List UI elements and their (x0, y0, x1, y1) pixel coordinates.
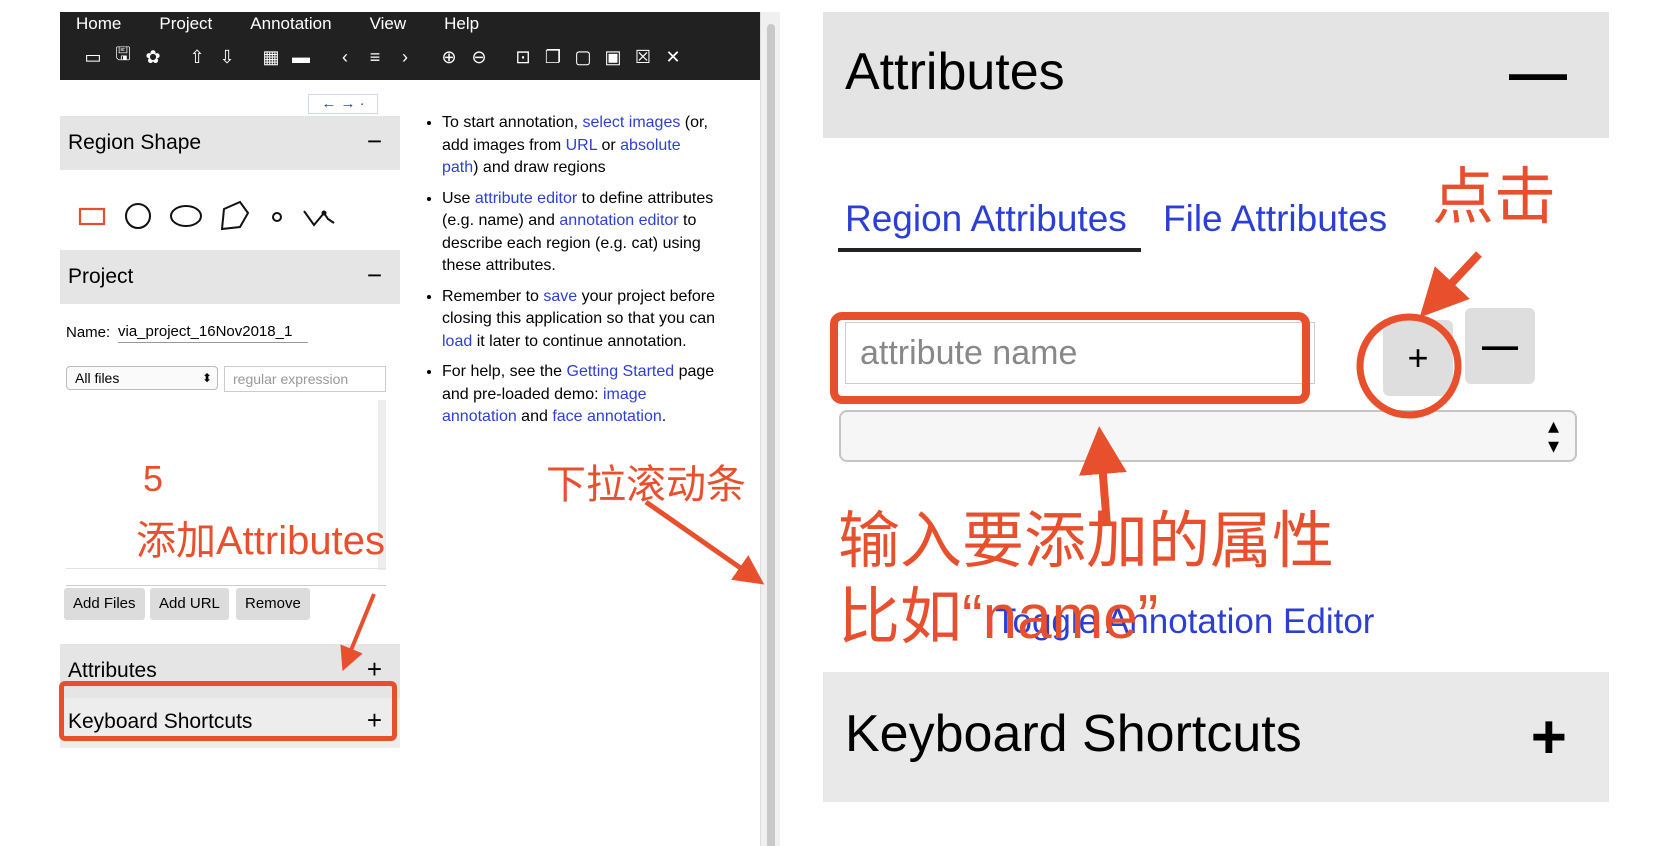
remove-attribute-button[interactable]: — (1465, 308, 1535, 384)
prev-icon[interactable]: ‹ (330, 44, 360, 70)
add-attribute-button[interactable]: + (1383, 320, 1453, 396)
region-shape-list (60, 186, 400, 246)
help-text: To start annotation, select images (or, … (420, 112, 720, 437)
project-header[interactable]: Project − (60, 250, 400, 304)
collapse-icon[interactable]: − (367, 260, 382, 291)
click-annotation: 点击 (1432, 163, 1557, 232)
project-name-input[interactable]: via_project_16Nov2018_1 (118, 321, 308, 343)
point-shape-icon[interactable] (266, 201, 288, 231)
settings-icon[interactable]: ✿ (138, 44, 168, 70)
project-name-label: Name: (66, 324, 111, 341)
face-annotation-link[interactable]: face annotation (552, 408, 661, 425)
attributes-header-zoomed[interactable]: Attributes — (823, 12, 1609, 138)
polygon-shape-icon[interactable] (218, 199, 252, 233)
project-title: Project (68, 265, 134, 288)
annotation-editor-link[interactable]: annotation editor (559, 212, 678, 229)
select-arrows-icon: ▴ ▾ (1547, 413, 1559, 458)
toolbar: ▭ 🖫 ✿ ⇧ ⇩ ▦ ▬ ‹ ≡ › ⊕ ⊖ ⊡ ❐ ▢ ▣ ☒ ✕ (78, 44, 688, 70)
region-shape-title: Region Shape (68, 131, 202, 154)
attributes-title: Attributes (68, 659, 157, 682)
menu-bar: Home Project Annotation View Help (76, 13, 517, 35)
file-filter-value: All files (75, 370, 120, 386)
load-link[interactable]: load (442, 333, 472, 350)
file-filter-select[interactable]: All files ⬍ (66, 366, 218, 390)
sidebar-nav-arrows[interactable]: ← → · (308, 94, 378, 114)
menu-home[interactable]: Home (76, 13, 121, 35)
input-highlight-box (830, 312, 1310, 404)
scrollbar-hint-annotation: 下拉滚动条 (546, 463, 746, 507)
save-icon[interactable]: 🖫 (108, 44, 138, 70)
attribute-editor-link[interactable]: attribute editor (475, 190, 577, 207)
help-item: For help, see the Getting Started page a… (442, 361, 720, 429)
save-link[interactable]: save (543, 288, 577, 305)
step-number-annotation: 5 (143, 458, 164, 499)
active-tab-underline (838, 248, 1141, 252)
page-scrollbar-thumb[interactable] (767, 24, 775, 846)
tab-region-attributes[interactable]: Region Attributes (845, 198, 1127, 240)
select-all-icon[interactable]: ⊡ (508, 44, 538, 70)
collapse-icon[interactable]: − (367, 126, 382, 157)
select-images-link[interactable]: select images (583, 114, 681, 131)
copy-icon[interactable]: ❐ (538, 44, 568, 70)
attributes-highlight-box (59, 681, 397, 741)
upload-icon[interactable]: ⇧ (182, 44, 212, 70)
close-icon[interactable]: ✕ (658, 44, 688, 70)
menu-view[interactable]: View (370, 13, 407, 35)
add-attributes-annotation: 添加Attributes (136, 519, 385, 563)
download-icon[interactable]: ⇩ (212, 44, 242, 70)
folder-open-icon[interactable]: ▭ (78, 44, 108, 70)
keyboard-shortcuts-header-zoomed[interactable]: Keyboard Shortcuts + (823, 672, 1609, 802)
menu-project[interactable]: Project (159, 13, 212, 35)
attributes-title-zoomed: Attributes (845, 43, 1065, 101)
menu-annotation[interactable]: Annotation (250, 13, 331, 35)
getting-started-link[interactable]: Getting Started (567, 363, 675, 380)
add-files-button[interactable]: Add Files (64, 588, 145, 620)
grid-icon[interactable]: ▦ (256, 44, 286, 70)
url-link[interactable]: URL (566, 137, 597, 154)
ellipse-shape-icon[interactable] (168, 201, 204, 231)
divider (66, 568, 386, 569)
paste-n-icon[interactable]: ▣ (598, 44, 628, 70)
comment-icon[interactable]: ▬ (286, 44, 316, 70)
circle-shape-icon[interactable] (122, 201, 154, 231)
zoomed-attributes-panel: Attributes — Region Attributes File Attr… (823, 12, 1609, 846)
rectangle-shape-icon[interactable] (76, 203, 108, 229)
attribute-select[interactable]: ▴ ▾ (839, 410, 1577, 462)
page-scrollbar[interactable] (760, 12, 780, 846)
region-shape-header[interactable]: Region Shape − (60, 116, 400, 170)
keyboard-shortcuts-title-zoomed: Keyboard Shortcuts (845, 705, 1302, 763)
add-url-button[interactable]: Add URL (150, 588, 229, 620)
help-item: Use attribute editor to define attribute… (442, 188, 720, 278)
input-hint-annotation-2: 比如“name” (838, 583, 1159, 652)
menu-help[interactable]: Help (444, 13, 479, 35)
next-icon[interactable]: › (390, 44, 420, 70)
polyline-shape-icon[interactable] (302, 201, 338, 231)
zoom-out-icon[interactable]: ⊖ (464, 44, 494, 70)
select-arrows-icon: ⬍ (201, 371, 212, 385)
regex-filter-input[interactable]: regular expression (224, 366, 386, 392)
tab-file-attributes[interactable]: File Attributes (1163, 198, 1387, 240)
expand-icon[interactable]: + (1531, 702, 1567, 773)
paste-icon[interactable]: ▢ (568, 44, 598, 70)
delete-icon[interactable]: ☒ (628, 44, 658, 70)
divider (66, 585, 386, 586)
remove-button[interactable]: Remove (236, 588, 310, 620)
top-bar: Home Project Annotation View Help ▭ 🖫 ✿ ⇧ ⇩ ▦… (60, 12, 760, 80)
help-item: Remember to save your project before clo… (442, 286, 720, 354)
list-icon[interactable]: ≡ (360, 44, 390, 70)
zoom-in-icon[interactable]: ⊕ (434, 44, 464, 70)
collapse-icon[interactable]: — (1509, 40, 1567, 107)
help-item: To start annotation, select images (or, … (442, 112, 720, 180)
